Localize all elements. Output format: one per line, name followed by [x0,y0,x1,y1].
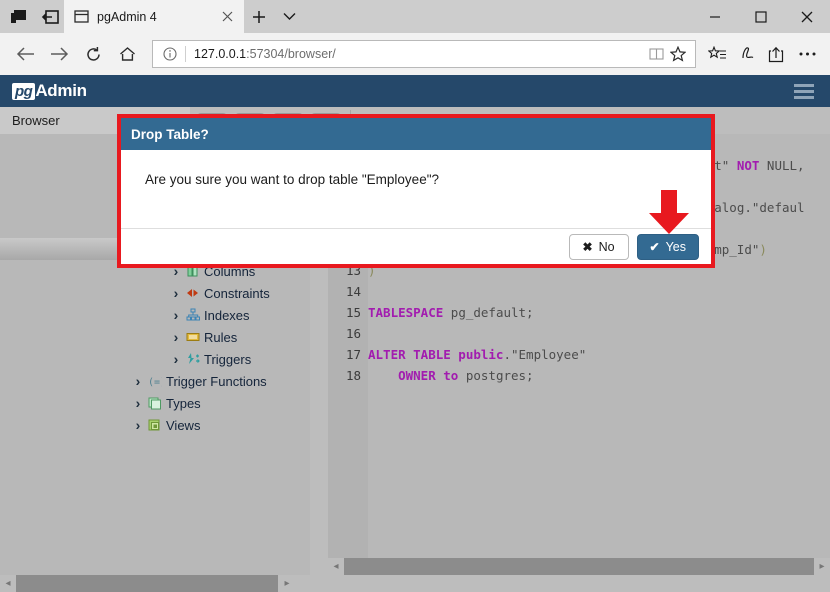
dialog-footer: ✖ No ✔ Yes [121,228,711,264]
back-arrow-icon[interactable] [8,37,42,71]
tree-item-triggers[interactable]: › Triggers [0,348,310,370]
browser-toolbar: 127.0.0.1:57304/browser/ [0,33,830,75]
chevron-right-icon[interactable]: › [130,373,146,389]
pgadmin-header: pgAdmin [0,75,830,107]
check-mark-icon: ✔ [650,240,660,254]
browser-tab-strip: pgAdmin 4 [0,0,830,33]
red-down-arrow-icon [648,190,690,235]
chevron-right-icon[interactable]: › [130,417,146,433]
browser-window: pgAdmin 4 [0,0,830,592]
window-close-icon[interactable] [784,0,830,33]
tree-item-label: Rules [202,330,237,345]
favorites-hub-icon[interactable] [702,39,732,69]
tree-item-label: Views [164,418,200,433]
drop-table-dialog: Drop Table? Are you sure you want to dro… [117,114,715,268]
chevron-right-icon[interactable]: › [130,395,146,411]
pgadmin-logo-mark: pg [12,83,35,100]
yes-button-label: Yes [666,240,686,254]
browser-tab-pgadmin[interactable]: pgAdmin 4 [64,0,244,33]
url-host: 127.0.0.1 [194,47,246,61]
sql-line-number: 15 [328,302,368,323]
chevron-right-icon[interactable]: ▸ [814,558,830,575]
window-icon [74,9,89,24]
chevron-right-icon[interactable]: › [168,285,184,301]
sql-line-number: 17 [328,344,368,365]
sql-hscroll-thumb[interactable] [344,558,814,575]
tabstrip-system-icons [0,0,64,33]
tree-item-label: Triggers [202,352,251,367]
chevron-right-icon[interactable]: › [168,351,184,367]
chevron-right-icon[interactable]: ▸ [279,575,295,592]
dialog-title-bar: Drop Table? [121,118,711,150]
tree-item-label: Constraints [202,286,270,301]
sql-line-number: 16 [328,323,368,344]
new-tab-button[interactable] [244,0,274,33]
tree-item-indexes[interactable]: › Indexes [0,304,310,326]
sql-code-line [368,323,830,344]
chevron-left-icon[interactable]: ◂ [0,575,16,592]
pgadmin-logo-word: Admin [35,81,86,101]
indexes-icon [184,308,202,322]
close-icon[interactable] [218,8,236,26]
tree-item-views[interactable]: › Views [0,414,310,436]
dialog-message: Are you sure you want to drop table "Emp… [145,172,439,187]
pgadmin-logo: pgAdmin [12,81,87,101]
x-mark-icon: ✖ [583,240,593,254]
browser-tab-title: pgAdmin 4 [97,10,210,24]
address-bar[interactable]: 127.0.0.1:57304/browser/ [152,40,696,68]
star-icon[interactable] [667,43,689,65]
tree-item-rules[interactable]: › Rules [0,326,310,348]
chevron-left-icon[interactable]: ◂ [328,558,344,575]
types-icon [146,396,164,410]
trigger-functions-icon: {(=) [146,374,164,388]
tree-item-types[interactable]: › Types [0,392,310,414]
rules-icon [184,330,202,344]
address-separator [185,46,186,62]
tree-item-trigger-functions[interactable]: ›{(=)Trigger Functions [0,370,310,392]
window-controls [692,0,830,33]
share-icon[interactable] [762,39,792,69]
sql-line-number: 18 [328,365,368,386]
chevron-right-icon[interactable]: › [168,307,184,323]
sql-horizontal-scrollbar[interactable]: ◂ ▸ [328,558,830,575]
minimize-icon[interactable] [692,0,738,33]
views-icon [146,418,164,432]
reading-view-icon[interactable] [645,43,667,65]
sql-code-line: ALTER TABLE public."Employee" [368,344,830,365]
set-tabs-aside-icon[interactable] [40,7,60,27]
sql-code-line: TABLESPACE pg_default; [368,302,830,323]
no-button[interactable]: ✖ No [569,234,629,260]
refresh-icon[interactable] [76,37,110,71]
constraints-icon [184,286,202,300]
tree-horizontal-scrollbar[interactable]: ◂ ▸ [0,575,310,592]
info-circle-icon[interactable] [161,45,179,63]
hamburger-menu-icon[interactable] [790,80,818,103]
url-path: :57304/browser/ [246,47,336,61]
forward-arrow-icon[interactable] [42,37,76,71]
chevron-right-icon[interactable]: › [168,329,184,345]
tree-item-label: Indexes [202,308,250,323]
dialog-title: Drop Table? [131,127,209,142]
tree-item-constraints[interactable]: › Constraints [0,282,310,304]
sql-code-line: OWNER to postgres; [368,365,830,386]
sql-line-number: 14 [328,281,368,302]
address-url: 127.0.0.1:57304/browser/ [194,47,645,61]
web-notes-icon[interactable] [732,39,762,69]
more-settings-icon[interactable] [792,39,822,69]
svg-text:{(=): {(=) [148,377,162,388]
tree-item-label: Trigger Functions [164,374,267,389]
sql-code-line [368,281,830,302]
chevron-down-icon[interactable] [274,0,304,33]
yes-button[interactable]: ✔ Yes [637,234,699,260]
maximize-icon[interactable] [738,0,784,33]
dialog-body: Are you sure you want to drop table "Emp… [121,150,711,228]
tree-item-label: Types [164,396,201,411]
tree-hscroll-thumb[interactable] [16,575,278,592]
no-button-label: No [599,240,615,254]
tab-preview-icon[interactable] [8,7,28,27]
tab-browser-label: Browser [12,113,60,128]
triggers-icon [184,352,202,366]
home-icon[interactable] [110,37,144,71]
